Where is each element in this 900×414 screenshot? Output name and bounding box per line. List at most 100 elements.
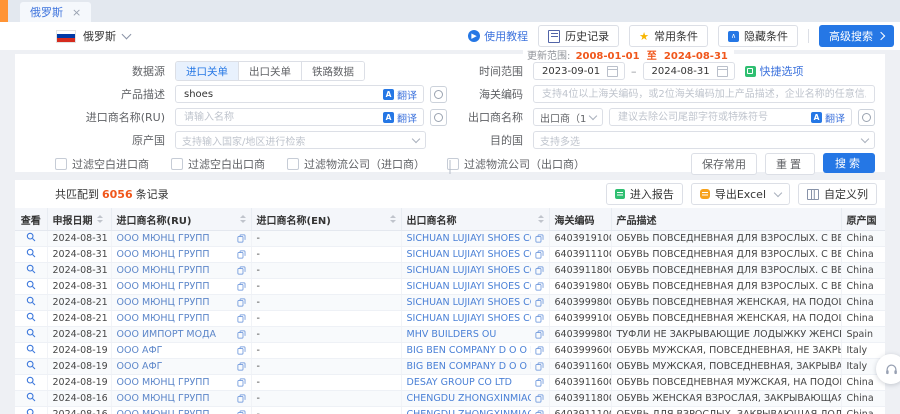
exporter-link[interactable]: SICHUAN LUJIAYI SHOES CO LTD: [407, 281, 531, 292]
filter-blank-exporter-checkbox[interactable]: 过滤空白出口商: [171, 156, 265, 172]
copy-icon[interactable]: [535, 410, 544, 414]
header-declare-date[interactable]: 申报日期: [47, 208, 111, 231]
importer-ru-input[interactable]: [182, 111, 379, 124]
date-from-input[interactable]: [533, 62, 625, 80]
copy-icon[interactable]: [237, 250, 246, 259]
filter-logistics-exporter-checkbox[interactable]: 过滤物流公司（出口商）: [447, 156, 585, 172]
history-button[interactable]: 历史记录: [538, 25, 619, 47]
copy-icon[interactable]: [535, 314, 544, 323]
view-detail-icon[interactable]: [26, 248, 36, 258]
header-exporter[interactable]: 出口商名称: [401, 208, 549, 231]
custom-columns-button[interactable]: 自定义列: [798, 183, 877, 205]
chevron-down-icon[interactable]: [122, 29, 132, 39]
copy-icon[interactable]: [535, 346, 544, 355]
filter-blank-importer-checkbox[interactable]: 过滤空白进口商: [55, 156, 149, 172]
product-desc-field[interactable]: A 翻译: [175, 85, 424, 103]
copy-icon[interactable]: [535, 282, 544, 291]
copy-icon[interactable]: [535, 362, 544, 371]
product-desc-input[interactable]: [182, 88, 379, 101]
importer-ru-link[interactable]: ООО АФГ: [117, 345, 163, 356]
exporter-link[interactable]: SICHUAN LUJIAYI SHOES CO LTD: [407, 233, 531, 244]
exporter-link[interactable]: CHENGDU ZHONGXINMIAO TRADING C: [407, 409, 531, 414]
exporter-link[interactable]: DESAY GROUP CO LTD: [407, 377, 512, 388]
translate-button[interactable]: A 翻译: [811, 110, 845, 125]
sort-icon[interactable]: [538, 215, 544, 223]
close-icon[interactable]: ×: [72, 7, 81, 18]
exporter-link[interactable]: SICHUAN LUJIAYI SHOES CO LTD: [407, 249, 531, 260]
sort-icon[interactable]: [240, 215, 246, 223]
copy-icon[interactable]: [237, 314, 246, 323]
sort-icon[interactable]: [97, 215, 103, 223]
exporter-link[interactable]: SICHUAN LUJIAYI SHOES CO LTD: [407, 265, 531, 276]
hide-conditions-button[interactable]: ∧ 隐藏条件: [718, 25, 798, 47]
hs-code-input[interactable]: [540, 88, 868, 101]
field-history-icon[interactable]: [430, 109, 447, 126]
importer-ru-link[interactable]: ООО МЮНЦ ГРУПП: [117, 265, 210, 276]
sort-icon[interactable]: [390, 215, 396, 223]
reset-button[interactable]: 重置: [765, 153, 815, 175]
importer-ru-link[interactable]: ООО МЮНЦ ГРУПП: [117, 249, 210, 260]
field-history-icon[interactable]: [858, 109, 875, 126]
exporter-link[interactable]: CHENGDU ZHONGXINMIAO TRADING C: [407, 393, 531, 404]
importer-ru-link[interactable]: ООО МЮНЦ ГРУПП: [117, 313, 210, 324]
copy-icon[interactable]: [237, 410, 246, 414]
view-detail-icon[interactable]: [26, 376, 36, 386]
view-detail-icon[interactable]: [26, 296, 36, 306]
exporter-link[interactable]: MHV BUILDERS OU: [407, 329, 497, 340]
tab-russia[interactable]: 俄罗斯 ×: [20, 2, 91, 22]
tab-import-declarations[interactable]: 进口关单: [176, 62, 239, 80]
copy-icon[interactable]: [535, 266, 544, 275]
view-detail-icon[interactable]: [26, 280, 36, 290]
field-history-icon[interactable]: [430, 86, 447, 103]
tab-export-declarations[interactable]: 出口关单: [239, 62, 302, 80]
view-detail-icon[interactable]: [26, 344, 36, 354]
exporter-link[interactable]: BIG BEN COMPANY D O O FROM BEST T: [407, 361, 531, 372]
quick-options-button[interactable]: 快捷选项: [745, 63, 804, 79]
date-to-value[interactable]: [650, 65, 713, 78]
importer-ru-link[interactable]: ООО МЮНЦ ГРУПП: [117, 281, 210, 292]
hs-code-field[interactable]: [533, 85, 875, 103]
importer-ru-link[interactable]: ООО ИМПОРТ МОДА: [117, 329, 217, 340]
exporter-link[interactable]: SICHUAN LUJIAYI SHOES CO LTD: [407, 297, 531, 308]
country-selector[interactable]: 俄罗斯: [83, 28, 116, 44]
view-detail-icon[interactable]: [26, 264, 36, 274]
customer-service-button[interactable]: [876, 354, 900, 384]
copy-icon[interactable]: [237, 394, 246, 403]
copy-icon[interactable]: [237, 298, 246, 307]
exporter-link[interactable]: SICHUAN LUJIAYI SHOES CO LTD: [407, 313, 531, 324]
copy-icon[interactable]: [535, 234, 544, 243]
date-to-input[interactable]: [643, 62, 735, 80]
tutorial-button[interactable]: ▶ 使用教程: [468, 28, 528, 44]
advanced-search-button[interactable]: 高级搜索: [819, 25, 894, 47]
importer-ru-link[interactable]: ООО АФГ: [117, 361, 163, 372]
view-detail-icon[interactable]: [26, 328, 36, 338]
tab-railway-data[interactable]: 铁路数据: [302, 62, 364, 80]
importer-ru-link[interactable]: ООО МЮНЦ ГРУПП: [117, 233, 210, 244]
export-excel-button[interactable]: 导出Excel: [691, 183, 790, 205]
view-detail-icon[interactable]: [26, 312, 36, 322]
save-favorite-button[interactable]: 保存常用: [691, 153, 757, 175]
enter-report-button[interactable]: 进入报告: [606, 183, 683, 205]
importer-ru-link[interactable]: ООО МЮНЦ ГРУПП: [117, 297, 210, 308]
exporter-link[interactable]: BIG BEN COMPANY D O O FROM BEST T: [407, 345, 531, 356]
copy-icon[interactable]: [535, 378, 544, 387]
copy-icon[interactable]: [237, 378, 246, 387]
copy-icon[interactable]: [237, 234, 246, 243]
copy-icon[interactable]: [535, 394, 544, 403]
copy-icon[interactable]: [237, 346, 246, 355]
copy-icon[interactable]: [237, 266, 246, 275]
header-importer-ru[interactable]: 进口商名称(RU): [111, 208, 251, 231]
filter-logistics-importer-checkbox[interactable]: 过滤物流公司（进口商）: [287, 156, 425, 172]
copy-icon[interactable]: [535, 250, 544, 259]
exporter-field[interactable]: A 翻译: [609, 108, 852, 126]
exporter-type-select[interactable]: 出口商（1）: [533, 108, 603, 126]
copy-icon[interactable]: [237, 282, 246, 291]
importer-ru-link[interactable]: ООО МЮНЦ ГРУПП: [117, 377, 210, 388]
view-detail-icon[interactable]: [26, 360, 36, 370]
importer-ru-field[interactable]: A 翻译: [175, 108, 424, 126]
origin-country-select[interactable]: 支持输入国家/地区进行检索: [175, 131, 426, 149]
collapse-panel-button[interactable]: [450, 160, 451, 173]
search-button[interactable]: 搜索: [823, 153, 875, 173]
translate-button[interactable]: A 翻译: [383, 110, 417, 125]
dest-country-select[interactable]: 支持多选: [533, 131, 875, 149]
